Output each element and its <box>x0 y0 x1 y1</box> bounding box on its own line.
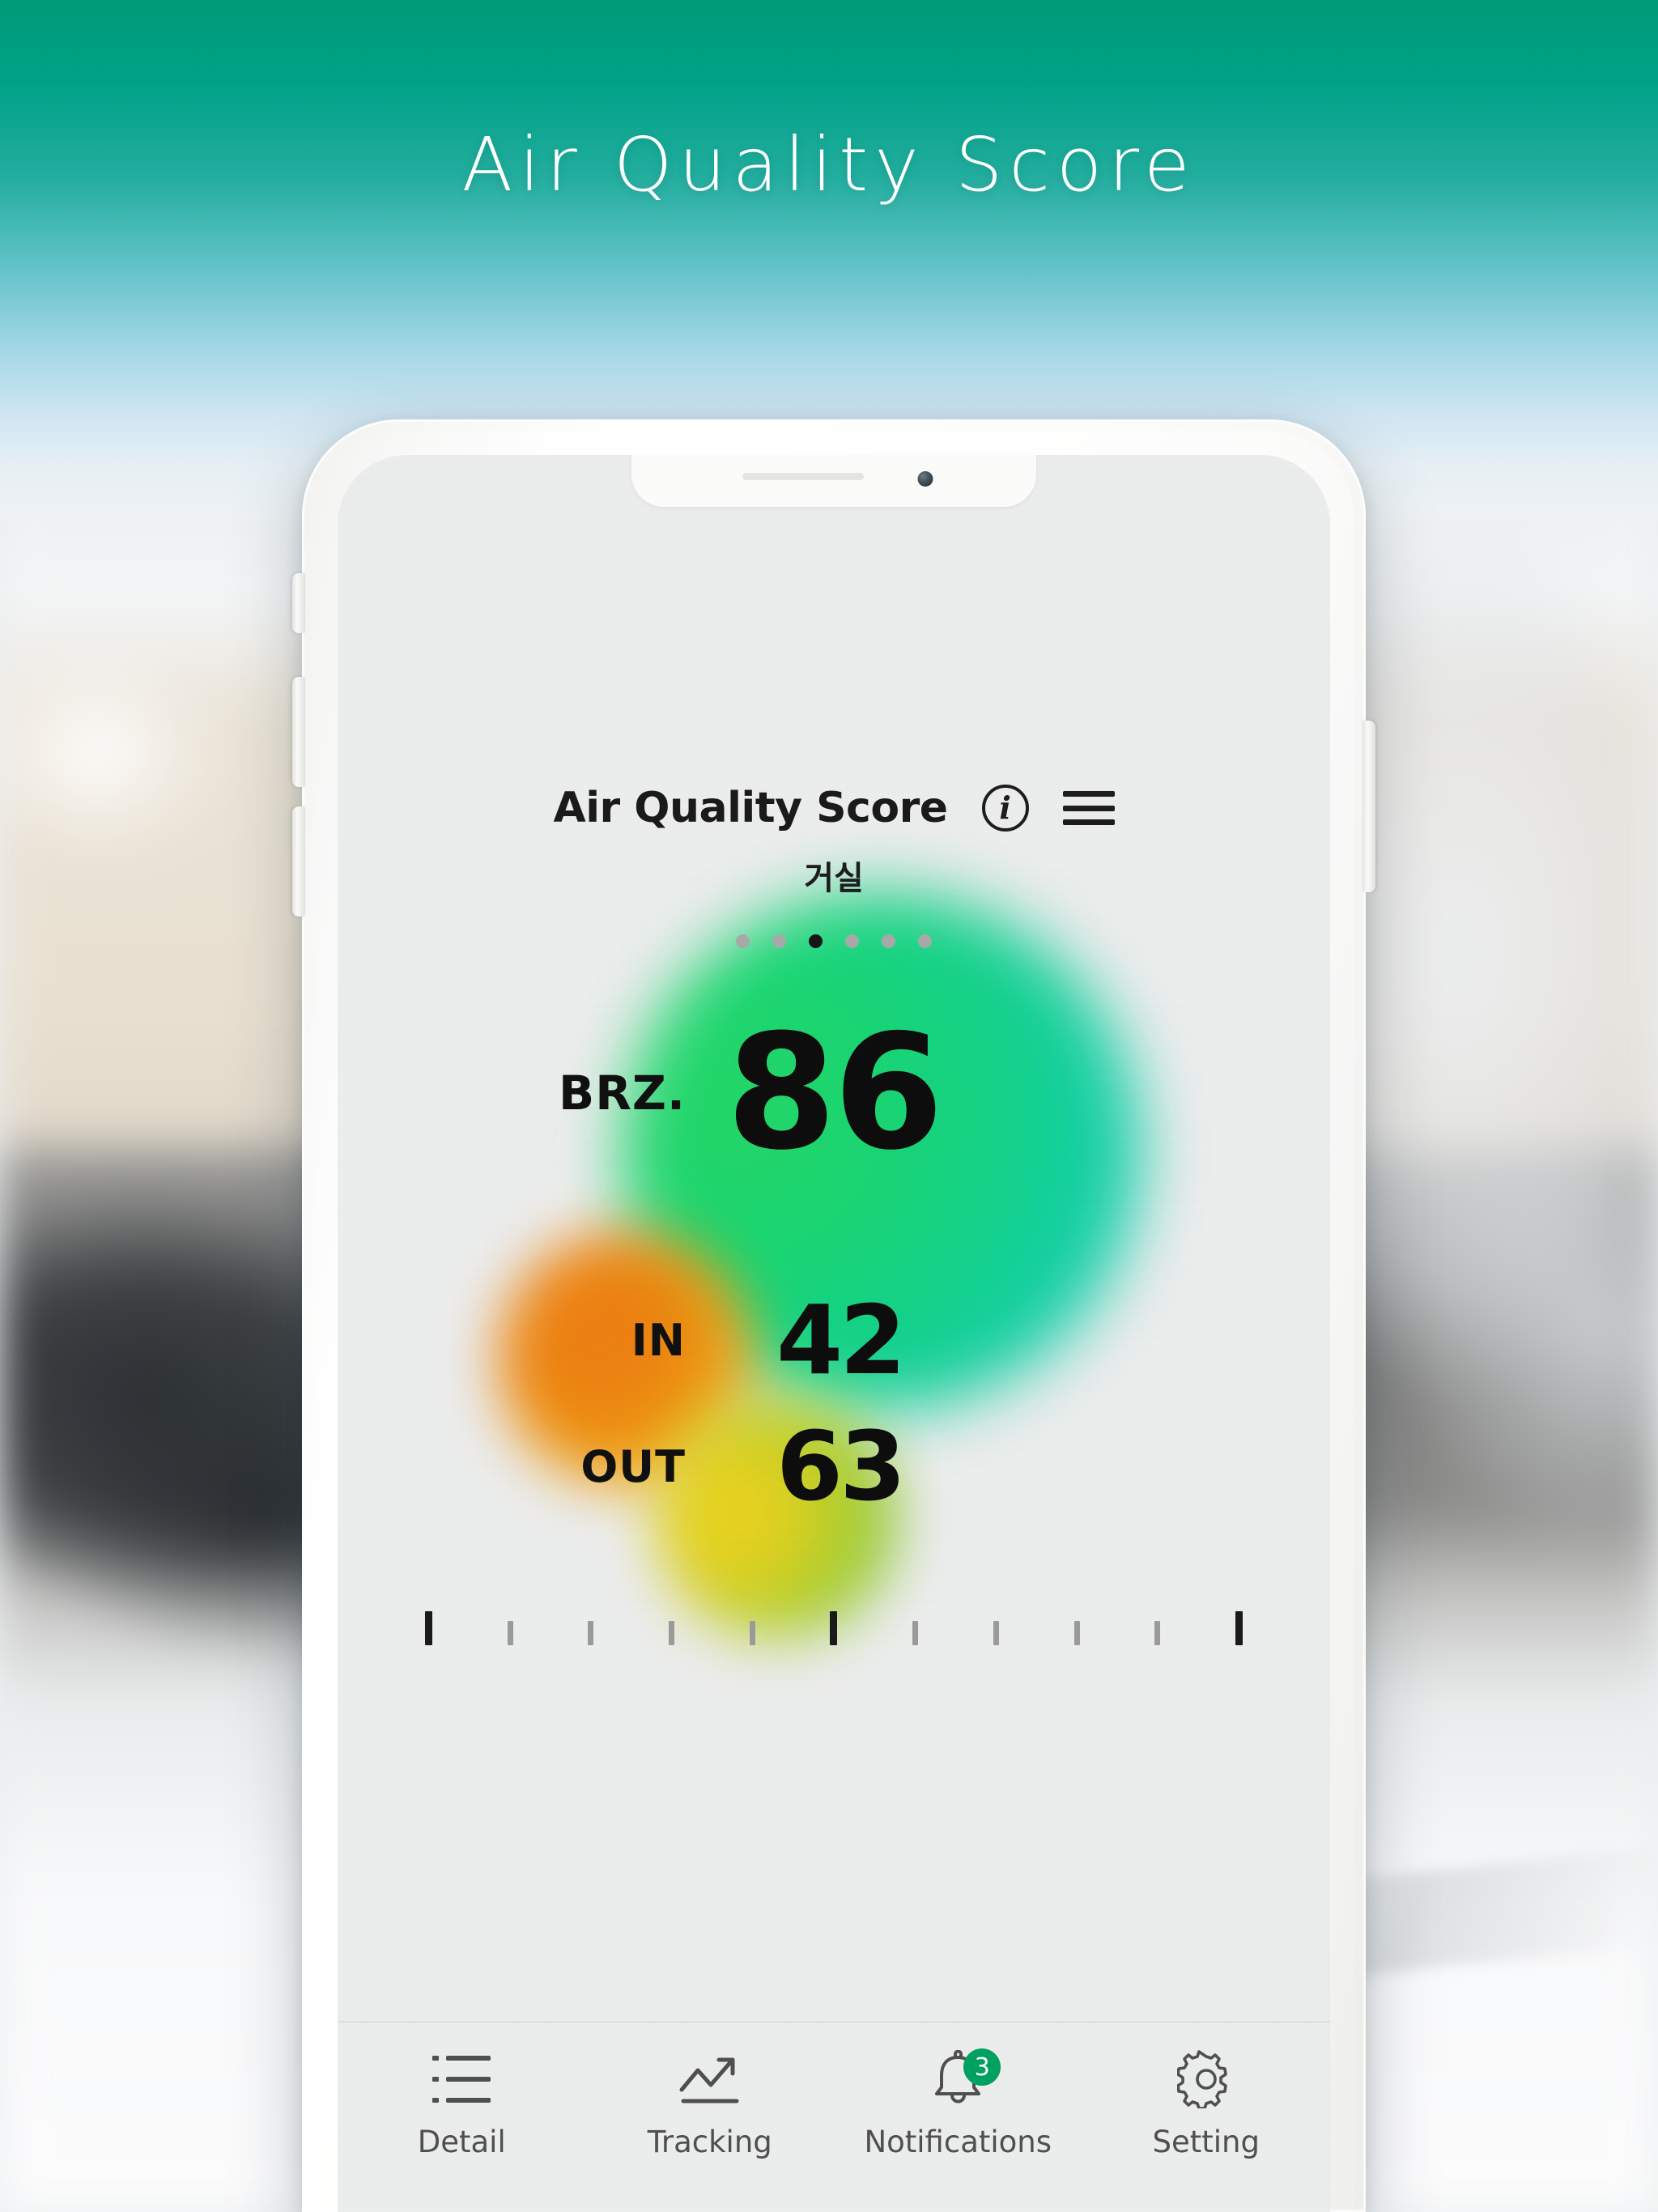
page-dot-1[interactable] <box>772 934 786 948</box>
metric-label-out: OUT <box>580 1440 686 1492</box>
tab-notifications[interactable]: 3 Notifications <box>834 2048 1082 2159</box>
metric-label-brz: BRZ. <box>559 1066 686 1121</box>
menu-bar-2 <box>1062 805 1115 811</box>
ruler-tick-8 <box>1073 1621 1080 1645</box>
phone-power-button <box>1363 721 1375 892</box>
tab-tracking[interactable]: Tracking <box>586 2050 835 2159</box>
tab-label-detail: Detail <box>417 2125 506 2159</box>
page-dot-5[interactable] <box>918 934 932 948</box>
ruler-tick-3 <box>669 1621 675 1645</box>
phone-notch <box>631 455 1036 507</box>
tab-label-notifications: Notifications <box>864 2125 1052 2159</box>
metric-value-in: 42 <box>776 1284 906 1396</box>
metric-label-in: IN <box>631 1314 686 1366</box>
metric-value-brz: 86 <box>726 1001 944 1185</box>
ruler-tick-7 <box>993 1621 999 1645</box>
ruler-tick-6 <box>912 1621 919 1645</box>
ruler-tick-1 <box>507 1621 513 1645</box>
page-dot-2[interactable] <box>809 934 823 948</box>
ruler-tick-5 <box>830 1611 838 1645</box>
tab-label-setting: Setting <box>1152 2125 1260 2159</box>
app-content: Air Quality Score i 거실 BRZ. 86 IN 42 OUT… <box>338 455 1330 2212</box>
tab-setting[interactable]: Setting <box>1082 2050 1331 2159</box>
bottom-tab-bar: Detail Tracking 3 Notifications Setting <box>338 2021 1330 2212</box>
scale-ruler <box>425 1597 1243 1645</box>
phone-mockup: Air Quality Score i 거실 BRZ. 86 IN 42 OUT… <box>292 419 1375 2212</box>
ruler-tick-0 <box>425 1611 432 1645</box>
menu-bar-3 <box>1062 819 1115 825</box>
info-glyph: i <box>999 789 1011 826</box>
room-name-label: 거실 <box>804 860 864 897</box>
hamburger-menu-icon[interactable] <box>1062 791 1115 825</box>
phone-screen: Air Quality Score i 거실 BRZ. 86 IN 42 OUT… <box>338 455 1330 2212</box>
page-title: Air Quality Score <box>461 121 1197 208</box>
ruler-tick-2 <box>588 1621 594 1645</box>
list-icon <box>432 2050 491 2108</box>
front-camera <box>917 471 933 487</box>
metric-row-in: IN 42 <box>338 1284 1330 1396</box>
ruler-tick-4 <box>749 1621 755 1645</box>
tab-detail[interactable]: Detail <box>338 2050 586 2159</box>
page-dot-3[interactable] <box>845 934 859 948</box>
info-circle-icon[interactable]: i <box>981 785 1029 832</box>
trend-up-icon <box>678 2050 742 2108</box>
tab-label-tracking: Tracking <box>647 2125 772 2159</box>
metric-value-out: 63 <box>776 1410 906 1522</box>
app-header: Air Quality Score i <box>338 784 1330 832</box>
metric-row-out: OUT 63 <box>338 1410 1330 1522</box>
page-dot-0[interactable] <box>736 934 750 948</box>
phone-volume-up-button <box>292 677 305 787</box>
menu-bar-1 <box>1062 791 1115 797</box>
phone-silent-switch <box>292 573 305 633</box>
ruler-tick-9 <box>1154 1621 1161 1645</box>
metric-row-brz: BRZ. 86 <box>338 1001 1330 1185</box>
gear-icon <box>1176 2050 1235 2108</box>
app-title: Air Quality Score <box>553 784 948 832</box>
screenshot-scene: Air Quality Score Air Quality Score i 거실… <box>0 0 1658 2212</box>
notifications-badge: 3 <box>963 2048 1001 2086</box>
earpiece-speaker <box>742 473 864 480</box>
ruler-tick-10 <box>1235 1611 1243 1645</box>
page-dot-4[interactable] <box>882 934 895 948</box>
page-indicator-dots[interactable] <box>338 934 1330 948</box>
phone-volume-down-button <box>292 806 305 917</box>
bell-icon: 3 <box>929 2048 1001 2108</box>
